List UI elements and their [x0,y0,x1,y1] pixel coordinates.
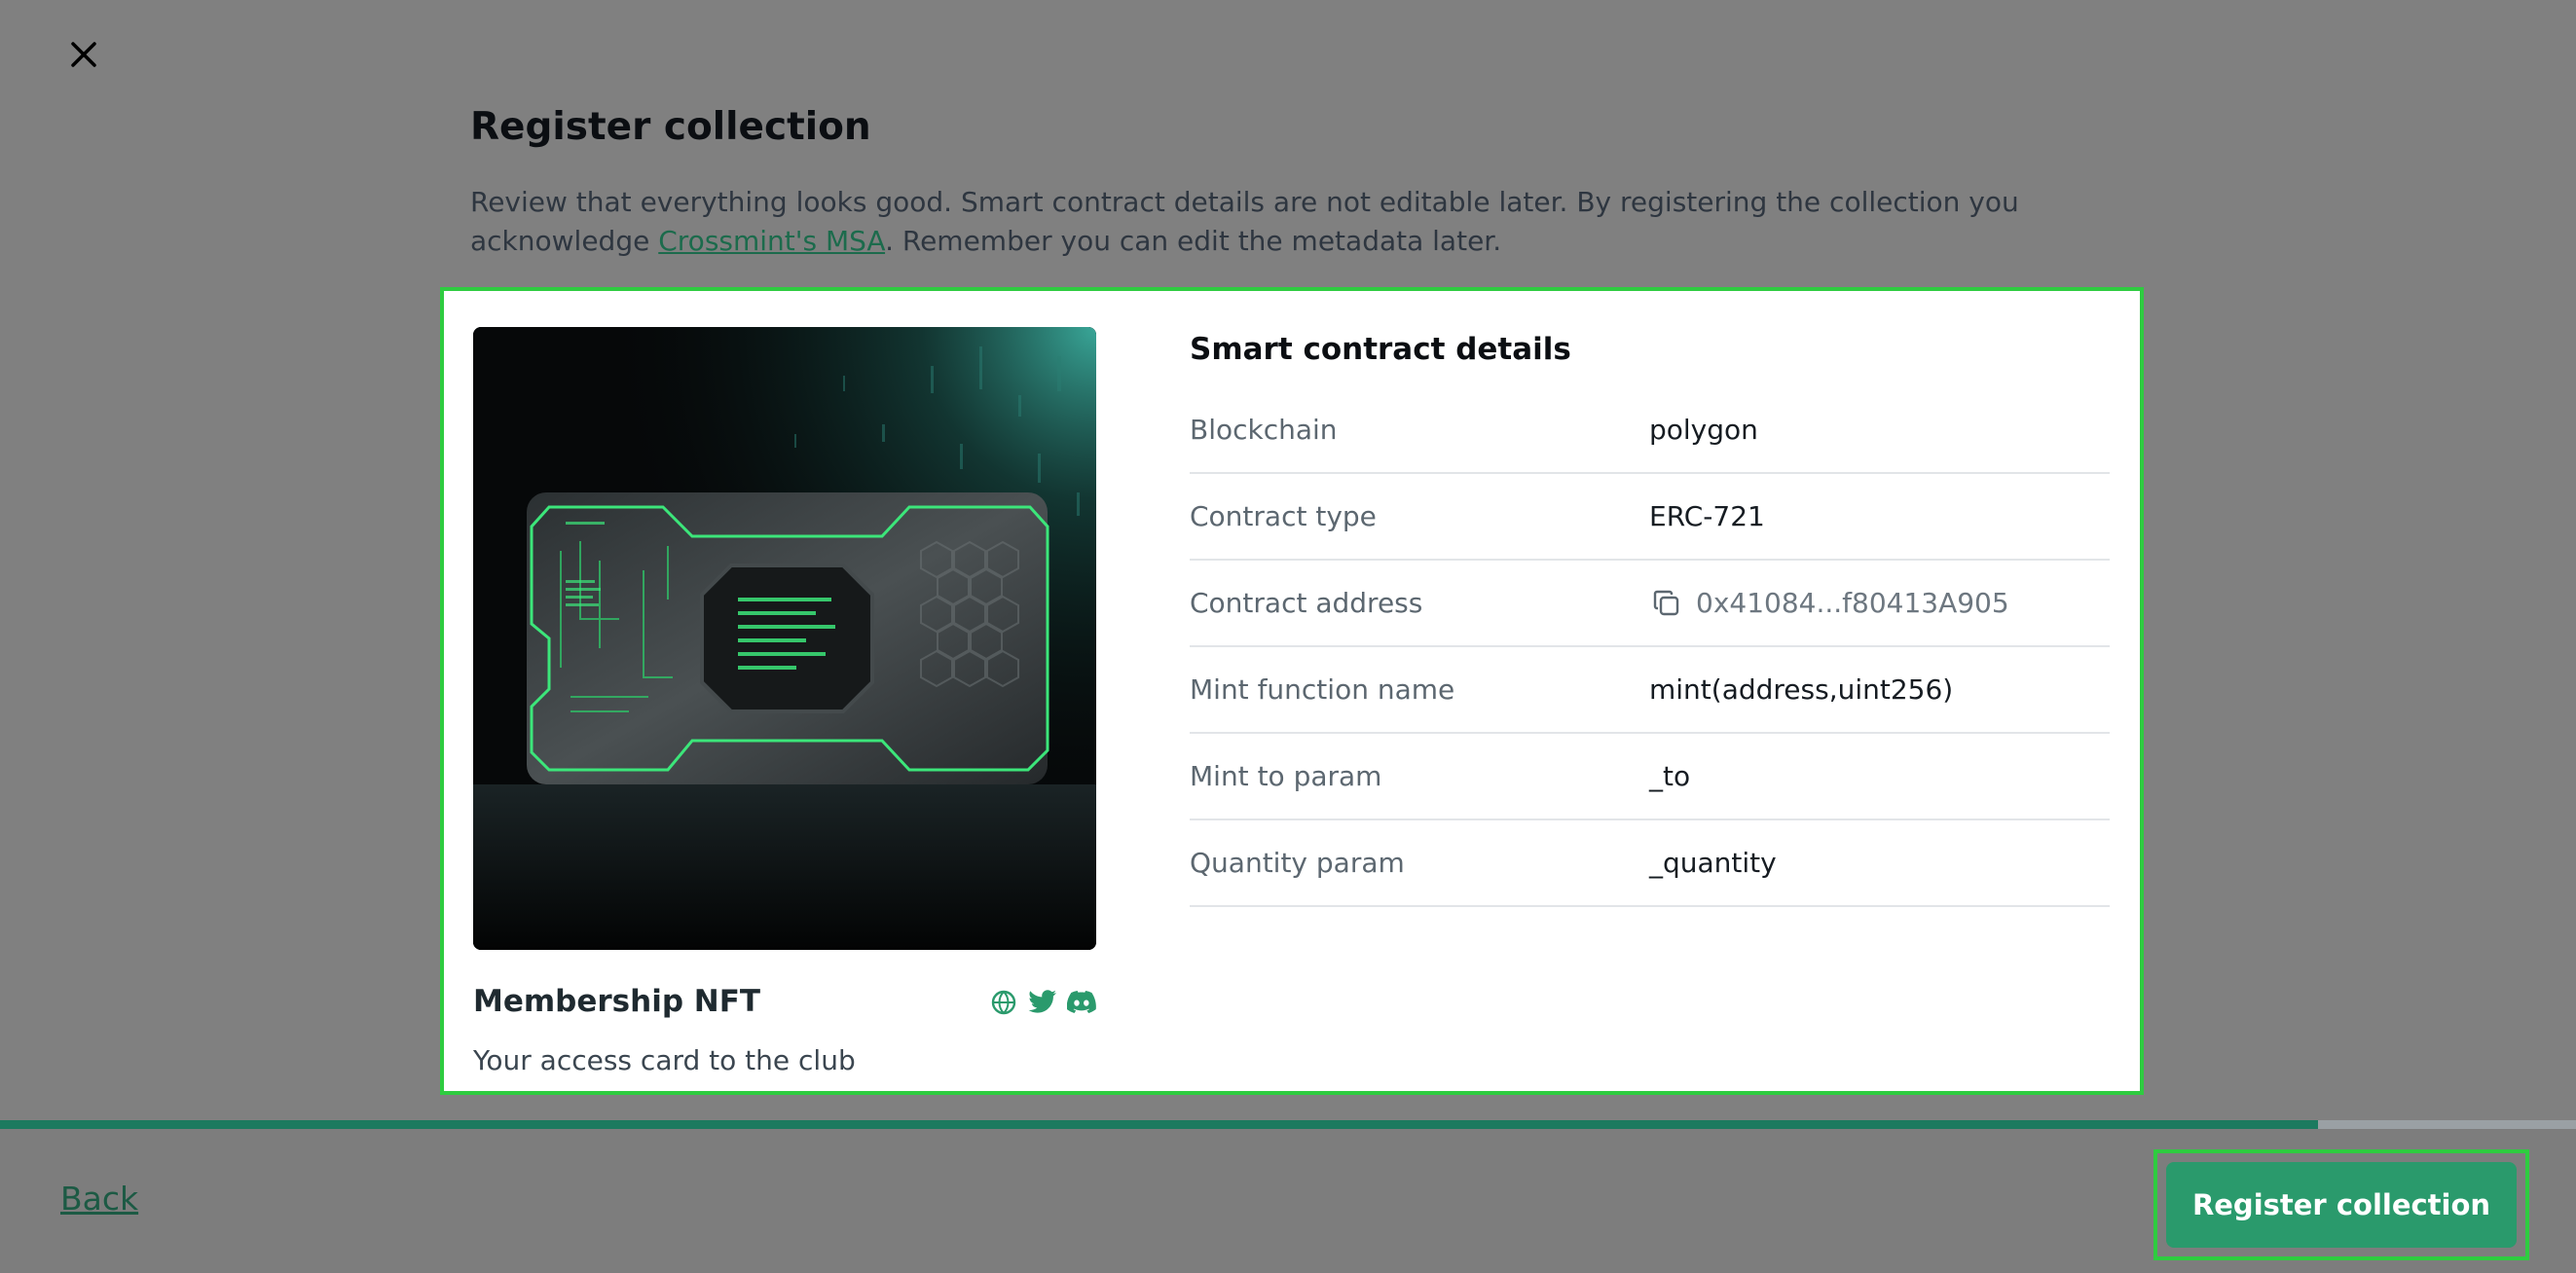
contract-address-text: 0x41084...f80413A905 [1696,587,2009,619]
collection-name: Membership NFT [473,984,761,1019]
back-button[interactable]: Back [60,1180,138,1218]
website-link[interactable] [989,988,1018,1017]
progress-bar [0,1120,2576,1129]
copy-icon [1653,590,1679,615]
row-value: mint(address,uint256) [1649,673,1954,706]
details-row-contract-type: Contract type ERC-721 [1190,474,2110,561]
footer-bar: Back Register collection [0,1129,2576,1273]
close-button[interactable] [64,35,103,74]
row-label: Blockchain [1190,414,1338,446]
row-label: Contract address [1190,587,1423,619]
row-label: Mint function name [1190,673,1455,706]
twitter-link[interactable] [1028,988,1057,1017]
details-row-contract-address: Contract address 0x41084...f80413A905 [1190,561,2110,647]
register-collection-button[interactable]: Register collection [2166,1162,2517,1248]
details-row-mint-to-param: Mint to param _to [1190,734,2110,820]
close-icon [71,42,96,67]
intro-text: Review that everything looks good. Smart… [470,183,2145,261]
row-label: Contract type [1190,500,1377,532]
review-card: Membership NFT Your access card to the c… [440,287,2144,1095]
row-value: polygon [1649,414,1758,446]
collection-description: Your access card to the club [473,1044,856,1076]
discord-link[interactable] [1067,988,1096,1017]
details-title: Smart contract details [1190,332,1571,367]
discord-icon [1067,991,1096,1013]
intro-text-suffix: . Remember you can edit the metadata lat… [885,225,1502,257]
row-value: _to [1649,760,1691,792]
row-value: ERC-721 [1649,500,1765,532]
twitter-icon [1028,990,1056,1013]
row-label: Quantity param [1190,847,1405,879]
details-table: Blockchain polygon Contract type ERC-721… [1190,387,2110,907]
globe-icon [991,990,1016,1015]
progress-bar-fill [0,1120,2319,1129]
copy-address-button[interactable] [1649,586,1684,621]
row-value: _quantity [1649,847,1777,879]
details-row-mint-function: Mint function name mint(address,uint256) [1190,647,2110,734]
msa-link[interactable]: Crossmint's MSA [658,225,885,257]
contract-address-value: 0x41084...f80413A905 [1649,586,2009,621]
register-button-frame: Register collection [2153,1149,2529,1260]
details-row-blockchain: Blockchain polygon [1190,387,2110,474]
social-links [987,988,1096,1017]
page-title: Register collection [470,105,871,149]
details-row-quantity-param: Quantity param _quantity [1190,820,2110,907]
collection-image [473,327,1096,950]
row-label: Mint to param [1190,760,1382,792]
